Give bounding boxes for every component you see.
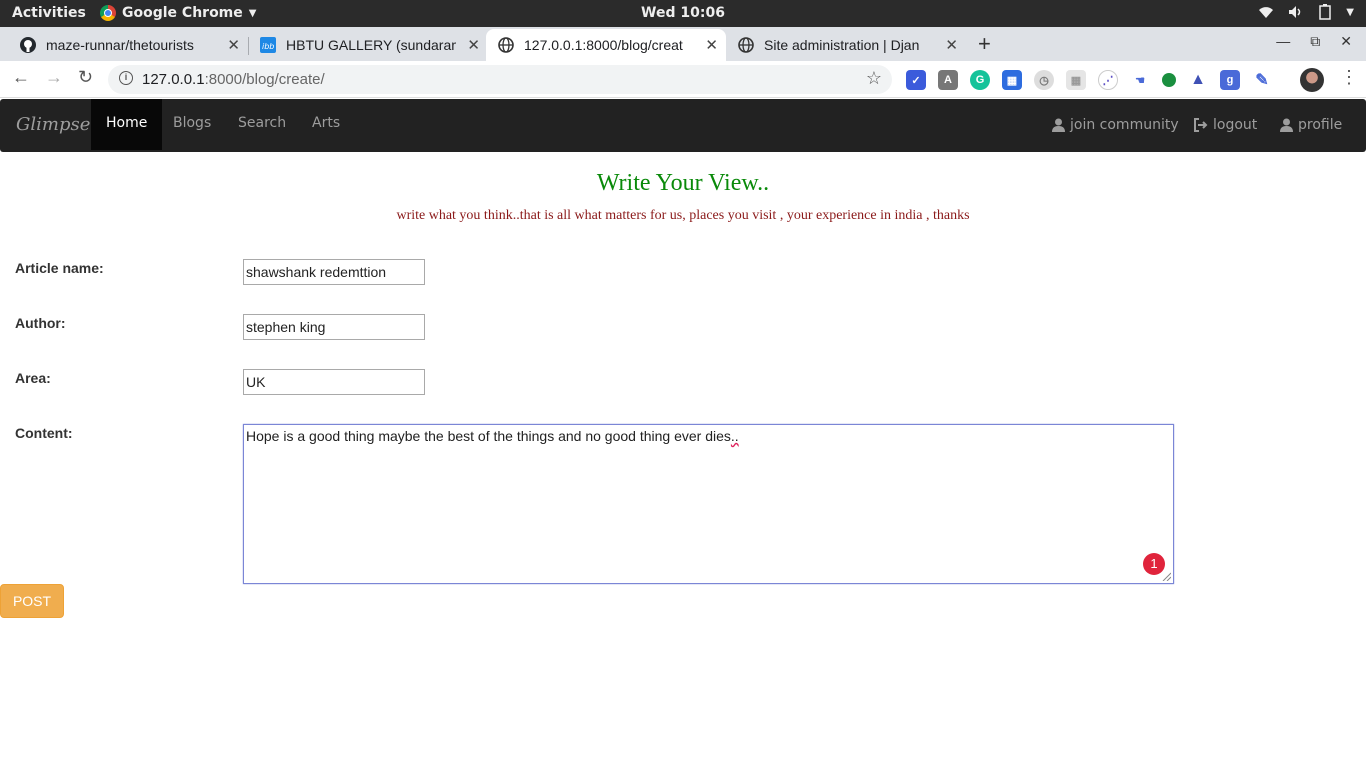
nav-arts[interactable]: Arts <box>297 99 355 150</box>
join-community-label: join community <box>1070 116 1179 133</box>
feather-extension-icon[interactable]: ✎ <box>1252 70 1272 90</box>
shield-extension-icon[interactable]: ✓ <box>906 70 926 90</box>
close-icon[interactable]: ✕ <box>945 36 958 54</box>
article-name-input[interactable] <box>243 259 425 285</box>
app-name: Google Chrome <box>122 5 243 21</box>
minimize-button[interactable]: — <box>1276 33 1290 50</box>
logout-label: logout <box>1213 116 1258 133</box>
grid-extension-icon[interactable]: ▦ <box>1066 70 1086 90</box>
nav-logout[interactable]: logout <box>1193 99 1257 150</box>
resize-handle-icon[interactable] <box>1161 571 1171 581</box>
author-label: Author: <box>15 315 66 331</box>
network-extension-icon[interactable]: ⋰ <box>1098 70 1118 90</box>
chevron-down-icon: ▼ <box>1346 6 1354 18</box>
timer-extension-icon[interactable]: ◷ <box>1034 70 1054 90</box>
info-icon[interactable]: i <box>119 71 133 85</box>
wifi-icon <box>1259 7 1274 18</box>
hand-extension-icon[interactable]: ☚ <box>1130 70 1150 90</box>
chrome-icon <box>100 5 116 21</box>
close-window-button[interactable]: ✕ <box>1340 33 1352 50</box>
nav-blogs[interactable]: Blogs <box>158 99 226 150</box>
tab-github[interactable]: maze-runnar/thetourists ✕ <box>8 29 248 61</box>
address-bar[interactable]: i 127.0.0.1:8000/blog/create/ ☆ <box>108 65 892 94</box>
browser-toolbar: ← → ↻ i 127.0.0.1:8000/blog/create/ ☆ ✓ … <box>0 61 1366 98</box>
new-tab-button[interactable]: + <box>978 31 991 57</box>
close-icon[interactable]: ✕ <box>705 36 718 54</box>
tab-title: HBTU GALLERY (sundaram <box>286 37 456 53</box>
tab-title: maze-runnar/thetourists <box>46 37 194 53</box>
tab-blog-create[interactable]: 127.0.0.1:8000/blog/creat ✕ <box>486 29 726 61</box>
bookmark-star-icon[interactable]: ☆ <box>866 68 882 89</box>
nav-join-community[interactable]: join community <box>1052 99 1179 150</box>
content-label: Content: <box>15 425 73 441</box>
github-icon <box>20 37 36 53</box>
chevron-down-icon: ▼ <box>248 7 257 19</box>
menu-kebab-icon[interactable]: ⋮ <box>1340 67 1358 88</box>
nav-profile[interactable]: profile <box>1280 99 1342 150</box>
user-icon <box>1280 118 1293 132</box>
volume-icon <box>1289 6 1301 18</box>
content-textarea[interactable]: Hope is a good thing maybe the best of t… <box>243 424 1174 584</box>
forward-button[interactable]: → <box>45 67 63 88</box>
profile-avatar[interactable] <box>1300 68 1324 92</box>
profile-label: profile <box>1298 116 1343 133</box>
logout-icon <box>1194 117 1208 132</box>
angular-extension-icon[interactable]: A <box>938 70 958 90</box>
nav-search[interactable]: Search <box>223 99 301 150</box>
extensions-bar: ✓ A G ▦ ◷ ▦ ⋰ ☚ ▲ g ✎ <box>906 70 1272 90</box>
app-menu[interactable]: Google Chrome ▼ <box>100 5 256 21</box>
calendar-extension-icon[interactable]: ▦ <box>1002 70 1022 90</box>
site-navbar: Glimpse Home Blogs Search Arts join comm… <box>0 99 1366 152</box>
close-icon[interactable]: ✕ <box>227 36 240 54</box>
globe-extension-icon[interactable] <box>1162 73 1176 87</box>
window-controls: — ⧉ ✕ <box>1276 33 1352 50</box>
back-button[interactable]: ← <box>12 67 30 88</box>
ibb-icon: ibb <box>260 37 276 53</box>
author-input[interactable] <box>243 314 425 340</box>
system-tray[interactable]: ▼ <box>1258 4 1354 20</box>
tab-title: 127.0.0.1:8000/blog/creat <box>524 37 683 53</box>
google-translate-extension-icon[interactable]: g <box>1220 70 1240 90</box>
page-title: Write Your View.. <box>596 170 770 196</box>
svg-text:ibb: ibb <box>262 42 274 51</box>
url-text[interactable]: 127.0.0.1:8000/blog/create/ <box>142 71 325 88</box>
system-top-bar: Activities Google Chrome ▼ Wed 10:06 ▼ <box>0 0 1366 27</box>
restore-button[interactable]: ⧉ <box>1310 33 1320 50</box>
post-button[interactable]: POST <box>0 584 64 618</box>
reload-button[interactable]: ↻ <box>78 67 93 88</box>
globe-icon <box>738 37 754 53</box>
brand-logo[interactable]: Glimpse <box>16 114 90 135</box>
user-icon <box>1052 118 1065 132</box>
area-input[interactable] <box>243 369 425 395</box>
page-subtitle: write what you think..that is all what m… <box>396 208 970 223</box>
tab-hbtu-gallery[interactable]: ibb HBTU GALLERY (sundaram ✕ <box>248 29 488 61</box>
graduation-cap-extension-icon[interactable]: ▲ <box>1188 70 1208 90</box>
battery-icon <box>1319 4 1332 20</box>
area-label: Area: <box>15 370 51 386</box>
tab-site-admin[interactable]: Site administration | Djan ✕ <box>726 29 966 61</box>
close-icon[interactable]: ✕ <box>467 36 480 54</box>
article-name-label: Article name: <box>15 260 104 276</box>
spelling-error[interactable]: .. <box>731 428 739 444</box>
nav-home[interactable]: Home <box>91 99 163 150</box>
grammarly-extension-icon[interactable]: G <box>970 70 990 90</box>
content-text: Hope is a good thing maybe the best of t… <box>246 428 731 444</box>
globe-icon <box>498 37 514 53</box>
tab-title: Site administration | Djan <box>764 37 920 53</box>
activities-button[interactable]: Activities <box>12 5 86 21</box>
tab-strip: maze-runnar/thetourists ✕ ibb HBTU GALLE… <box>0 27 1366 61</box>
